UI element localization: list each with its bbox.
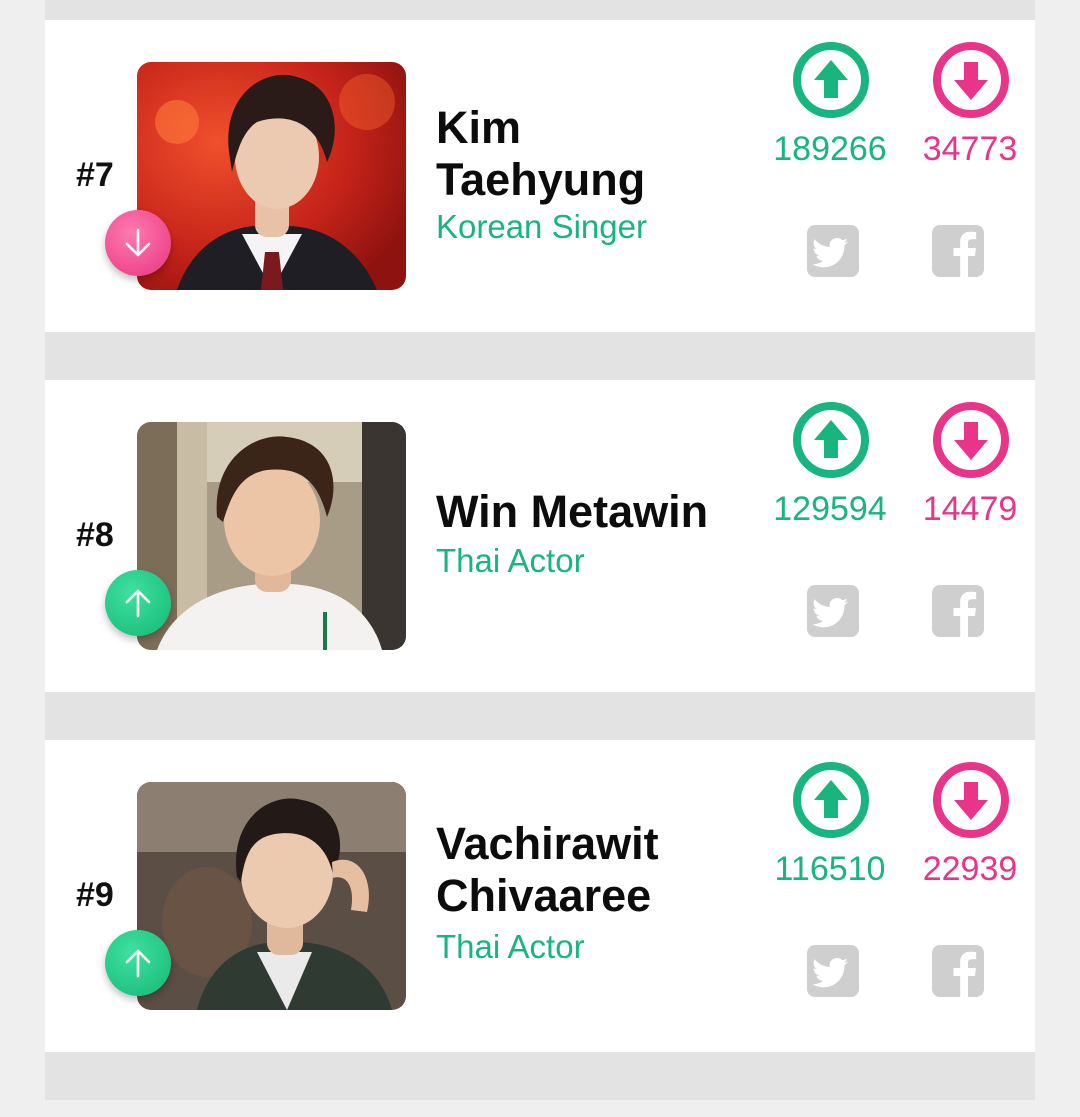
upvote-icon[interactable]: [791, 40, 871, 120]
downvote-count: 14479: [922, 490, 1018, 528]
twitter-icon[interactable]: [807, 225, 859, 277]
name-line: Taehyung: [436, 154, 646, 205]
ranking-card[interactable]: #8 Win Metawin Thai Actor 129594 14479: [45, 380, 1035, 692]
downvote-icon[interactable]: [931, 760, 1011, 840]
twitter-icon[interactable]: [807, 585, 859, 637]
name-line: Win Metawin: [436, 486, 709, 537]
name-line: Kim: [436, 102, 522, 153]
separator: [45, 332, 1035, 380]
upvote-icon[interactable]: [791, 760, 871, 840]
trend-up-indicator: [105, 930, 171, 996]
arrow-up-icon: [125, 589, 151, 618]
name-line: Vachirawit: [436, 818, 659, 869]
downvote-icon[interactable]: [931, 40, 1011, 120]
upvote-count: 116510: [774, 850, 886, 888]
separator: [45, 1052, 1035, 1100]
trend-down-indicator: [105, 210, 171, 276]
name-line: Chivaaree: [436, 870, 652, 921]
celebrity-name: Kim Taehyung: [436, 102, 756, 206]
facebook-icon[interactable]: [932, 585, 984, 637]
twitter-icon[interactable]: [807, 945, 859, 997]
upvote-count: 129594: [773, 490, 887, 528]
upvote-icon[interactable]: [791, 400, 871, 480]
celebrity-photo[interactable]: [137, 782, 406, 1010]
celebrity-role: Thai Actor: [436, 542, 585, 579]
separator: [45, 692, 1035, 740]
ranking-card[interactable]: #9 Vachirawit Chivaaree Thai Actor 11651…: [45, 740, 1035, 1052]
facebook-icon[interactable]: [932, 945, 984, 997]
arrow-down-icon: [125, 228, 151, 257]
celebrity-name: Win Metawin: [436, 486, 776, 538]
rank-label: #8: [76, 516, 114, 554]
celebrity-role: Thai Actor: [436, 928, 585, 965]
rank-label: #7: [76, 156, 114, 194]
arrow-up-icon: [125, 949, 151, 978]
celebrity-role: Korean Singer: [436, 208, 647, 245]
downvote-icon[interactable]: [931, 400, 1011, 480]
facebook-icon[interactable]: [932, 225, 984, 277]
upvote-count: 189266: [773, 130, 887, 168]
ranking-card[interactable]: #7 Kim Taehyung Korean Singer 189266 347…: [45, 20, 1035, 332]
celebrity-name: Vachirawit Chivaaree: [436, 818, 756, 922]
separator: [45, 0, 1035, 20]
downvote-count: 34773: [922, 130, 1018, 168]
downvote-count: 22939: [922, 850, 1018, 888]
trend-up-indicator: [105, 570, 171, 636]
celebrity-photo[interactable]: [137, 62, 406, 290]
celebrity-photo[interactable]: [137, 422, 406, 650]
rank-label: #9: [76, 876, 114, 914]
